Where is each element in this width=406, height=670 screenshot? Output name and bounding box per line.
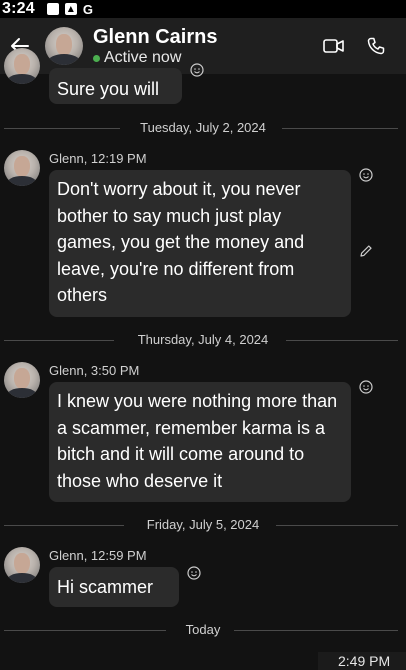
message-text: Don't worry about it, you never bother t… [57,179,305,305]
outgoing-message-time: 2:49 PM [318,652,406,670]
reaction-smiley-icon[interactable] [189,62,205,78]
message-bubble[interactable]: Hi scammer [49,567,179,607]
date-label: Thursday, July 4, 2024 [125,332,281,347]
video-call-button[interactable] [320,32,348,60]
sender-avatar [4,362,40,398]
photo-icon [64,3,77,15]
status-bar: 3:24 G [0,0,406,18]
reaction-smiley-icon[interactable] [186,565,202,581]
message-bubble[interactable]: I knew you were nothing more than a scam… [49,382,351,502]
phone-call-icon [367,37,385,55]
message-meta: Glenn, 12:19 PM [49,151,147,166]
message-bubble[interactable]: Don't worry about it, you never bother t… [49,170,351,317]
date-label: Friday, July 5, 2024 [134,517,272,532]
reaction-smiley-icon[interactable] [358,379,374,395]
video-call-icon [323,39,344,53]
date-label: Today [173,622,233,637]
sender-avatar [4,48,40,84]
presence-status: Active now [93,49,181,67]
date-divider: Friday, July 5, 2024 [0,515,406,535]
message-text: Sure you will [57,79,160,99]
reaction-smiley-icon[interactable] [358,167,374,183]
contact-name[interactable]: Glenn Cairns [93,26,217,49]
presence-text: Active now [104,49,182,66]
date-divider: Tuesday, July 2, 2024 [0,118,406,138]
edit-pencil-icon[interactable] [358,243,374,259]
status-time: 3:24 [2,0,35,17]
sender-avatar [4,547,40,583]
message-meta: Glenn, 3:50 PM [49,363,140,378]
notification-square-icon [46,3,59,15]
message-text: I knew you were nothing more than a scam… [57,391,338,491]
contact-avatar[interactable] [45,27,83,65]
message-bubble[interactable]: Sure you will [49,68,182,104]
google-icon: G [82,1,93,17]
date-label: Tuesday, July 2, 2024 [128,120,278,135]
status-icons: G [46,1,93,17]
date-divider: Today [0,620,406,640]
date-divider: Thursday, July 4, 2024 [0,330,406,350]
message-text: Hi scammer [57,577,154,597]
presence-dot-icon [93,54,100,62]
message-meta: Glenn, 12:59 PM [49,548,147,563]
sender-avatar [4,150,40,186]
chat-thread[interactable]: Sure you will Tuesday, July 2, 2024 Glen… [0,48,406,670]
phone-call-button[interactable] [362,32,390,60]
